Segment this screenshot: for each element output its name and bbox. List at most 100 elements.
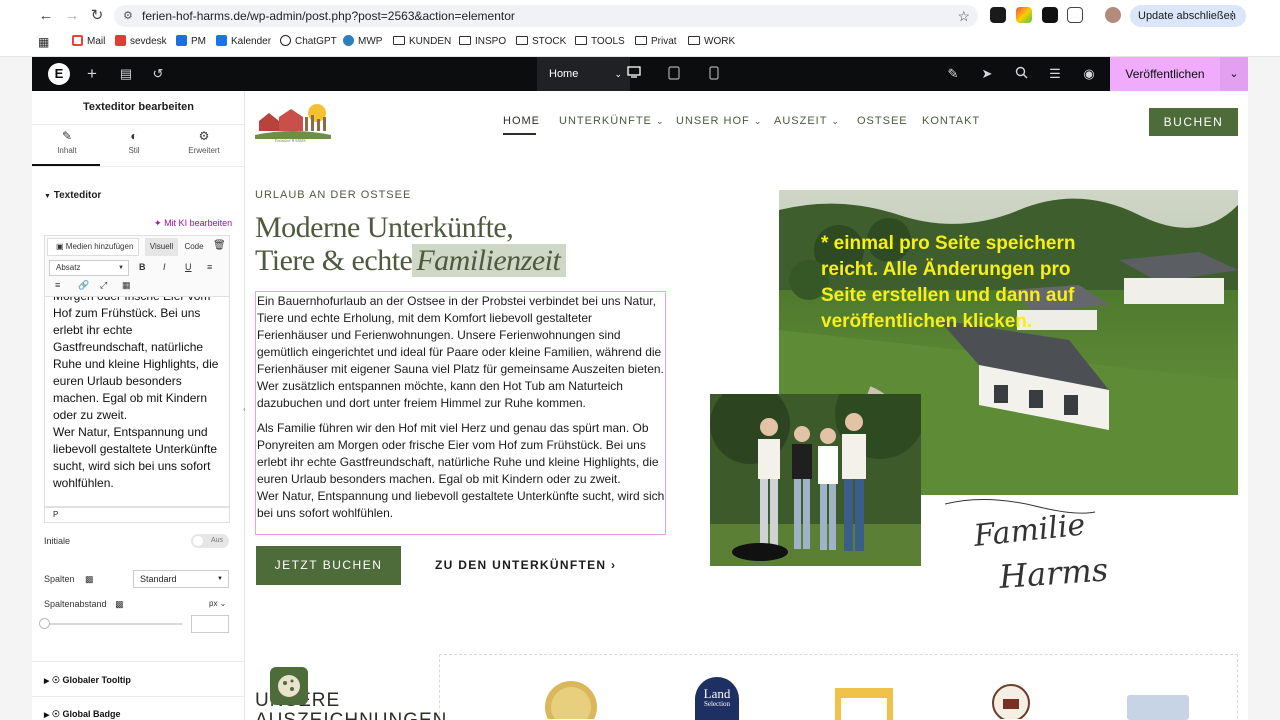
tab-stil[interactable]: ◐ Stil [99,129,169,165]
desktop-device-icon[interactable]: ▩ [85,574,94,584]
format-select[interactable]: Absatz ▼ [49,260,129,276]
bookmark-label: Kalender [231,36,272,47]
fullscreen-icon[interactable]: ⤢ [100,280,107,291]
visual-tab[interactable]: Visuell [145,238,178,256]
nav-home[interactable]: HOME [503,115,540,127]
hero-text-editor-widget[interactable]: Ein Bauernhofurlaub an der Ostsee in der… [255,291,666,535]
bookmark-label: TOOLS [591,36,625,47]
nav-kontakt[interactable]: KONTAKT [922,115,980,127]
desktop-device-icon[interactable]: ▩ [115,599,124,609]
land-selection-badge: Land Selection [695,677,739,720]
hero-paragraph-1: Ein Bauernhofurlaub an der Ostsee in der… [257,294,664,410]
text-editor-area[interactable]: Morgen oder frische Eier vomHof zum Früh… [44,297,230,507]
slider-handle[interactable] [39,618,50,629]
jetzt-buchen-button[interactable]: JETZT BUCHEN [256,546,401,585]
tab-label: Erweitert [188,146,220,155]
editor-line: Wer Natur, Entspannung und [53,425,208,439]
folder-icon [635,36,647,45]
code-tab[interactable]: Code [182,238,206,256]
site-info-icon[interactable]: ⚙ [123,5,133,27]
bookmark-label: ChatGPT [295,36,337,47]
publish-button[interactable]: Veröffentlichen [1110,57,1220,91]
site-settings-icon[interactable]: ✎ [945,66,961,82]
bookmark-folder-kunden[interactable]: KUNDEN [393,35,451,49]
accordion-globaler-tooltip[interactable]: ▶ ☉ Globaler Tooltip [44,675,131,686]
desktop-view-icon[interactable] [626,66,642,82]
apps-grid-icon[interactable]: ▦ [38,35,49,49]
section-toggle-texteditor[interactable]: ▼ Texteditor [44,190,101,201]
browser-menu-icon[interactable]: ⋮ [1227,5,1238,27]
spaltenabstand-input[interactable] [191,615,229,633]
search-icon[interactable] [1013,66,1029,82]
structure-layers-icon[interactable]: ☰ [1047,66,1063,82]
extension-icon-2[interactable] [1016,7,1032,23]
hero-headline-line1: Moderne Unterkünfte, [255,211,514,244]
bookmark-folder-tools[interactable]: TOOLS [575,35,625,49]
spaltenabstand-slider[interactable] [44,623,182,625]
tablet-view-icon[interactable] [666,66,682,82]
folder-icon [688,36,700,45]
add-media-button[interactable]: ▣ Medien hinzufügen [47,238,139,256]
initiale-toggle[interactable]: Aus [191,534,229,548]
italic-icon[interactable]: I [163,262,166,272]
mobile-view-icon[interactable] [706,66,722,82]
bookmark-folder-stock[interactable]: STOCK [516,35,566,49]
spalten-select[interactable]: Standard ▼ [133,570,229,588]
forward-icon[interactable]: → [63,7,81,25]
signature-line-2: Harms [997,550,1109,596]
nav-unser-hof[interactable]: UNSER HOF ⌄ [676,115,762,127]
bold-icon[interactable]: B [139,262,146,272]
page-settings-icon[interactable]: ▤ [118,66,134,82]
bookmark-label: Mail [87,36,106,47]
spalten-text: Spalten [44,574,75,584]
tab-erweitert[interactable]: ⚙ Erweitert [169,129,239,165]
bookmark-mwp[interactable]: MWP [343,35,382,49]
unit-select[interactable]: px ⌄ [209,599,226,608]
bookmark-sevdesk[interactable]: sevdesk [115,35,167,49]
back-icon[interactable]: ← [37,7,55,25]
history-icon[interactable]: ↺ [150,66,166,82]
bookmark-star-icon[interactable]: ☆ [957,5,970,27]
tab-inhalt[interactable]: ✎ Inhalt [32,129,102,165]
profile-avatar[interactable] [1105,7,1121,23]
nav-auszeit[interactable]: AUSZEIT ⌄ [774,115,840,127]
bookmark-mail[interactable]: Mail [72,35,105,49]
zu-den-unterkuenften-link[interactable]: ZU DEN UNTERKÜNFTEN › [435,558,616,572]
nav-unterkuenfte[interactable]: UNTERKÜNFTE ⌄ [559,115,665,127]
nav-ostsee[interactable]: OSTSEE [857,115,908,127]
bullet-list-icon[interactable]: ≡ [207,262,212,272]
reload-icon[interactable]: ↻ [88,7,106,25]
update-button[interactable]: Update abschließen ⋮ [1130,5,1246,27]
bookmark-kalender[interactable]: Kalender [216,35,271,49]
caret-down-icon: ▼ [44,193,51,200]
extension-icon-1[interactable] [990,7,1006,23]
numbered-list-icon[interactable]: ≡ [55,280,60,290]
toolbar-toggle-icon[interactable]: ▦ [122,280,131,291]
bookmark-folder-privat[interactable]: Privat [635,35,677,49]
address-bar[interactable]: ⚙ ferien-hof-harms.de/wp-admin/post.php?… [114,5,978,27]
extensions-puzzle-icon[interactable] [1067,7,1083,23]
extension-icon-3[interactable] [1042,7,1058,23]
elementor-logo-icon[interactable]: E [48,63,70,85]
cookie-settings-icon[interactable] [270,667,308,705]
bookmark-folder-inspo[interactable]: INSPO [459,35,506,49]
accordion-global-badge[interactable]: ▶ ☉ Global Badge [44,709,121,720]
bookmark-pm[interactable]: PM [176,35,206,49]
ai-edit-button[interactable]: ✦ Mit KI bearbeiten [154,218,232,229]
svg-text:Ferienhof HARMS: Ferienhof HARMS [275,138,306,143]
link-icon[interactable]: 🔗 [78,280,89,291]
add-element-icon[interactable]: + [84,65,100,82]
publish-options-chevron-icon[interactable]: ⌄ [1220,57,1248,91]
notes-icon[interactable]: ➤ [979,66,995,82]
bookmark-chatgpt[interactable]: ChatGPT [280,35,337,49]
underline-icon[interactable]: U [185,262,192,272]
preview-eye-icon[interactable]: ◉ [1081,66,1097,82]
header-buchen-button[interactable]: BUCHEN [1149,108,1238,136]
site-logo[interactable]: Ferienhof HARMS [255,101,331,143]
bookmark-folder-work[interactable]: WORK [688,35,735,49]
trash-icon[interactable]: 🗑 [213,240,226,251]
editor-line: oder zu zweit. [53,408,128,422]
nav-label: HOME [503,115,540,127]
page-select[interactable]: Home ⌄ [537,57,630,91]
spalten-label: Spalten ▩ [44,574,94,585]
